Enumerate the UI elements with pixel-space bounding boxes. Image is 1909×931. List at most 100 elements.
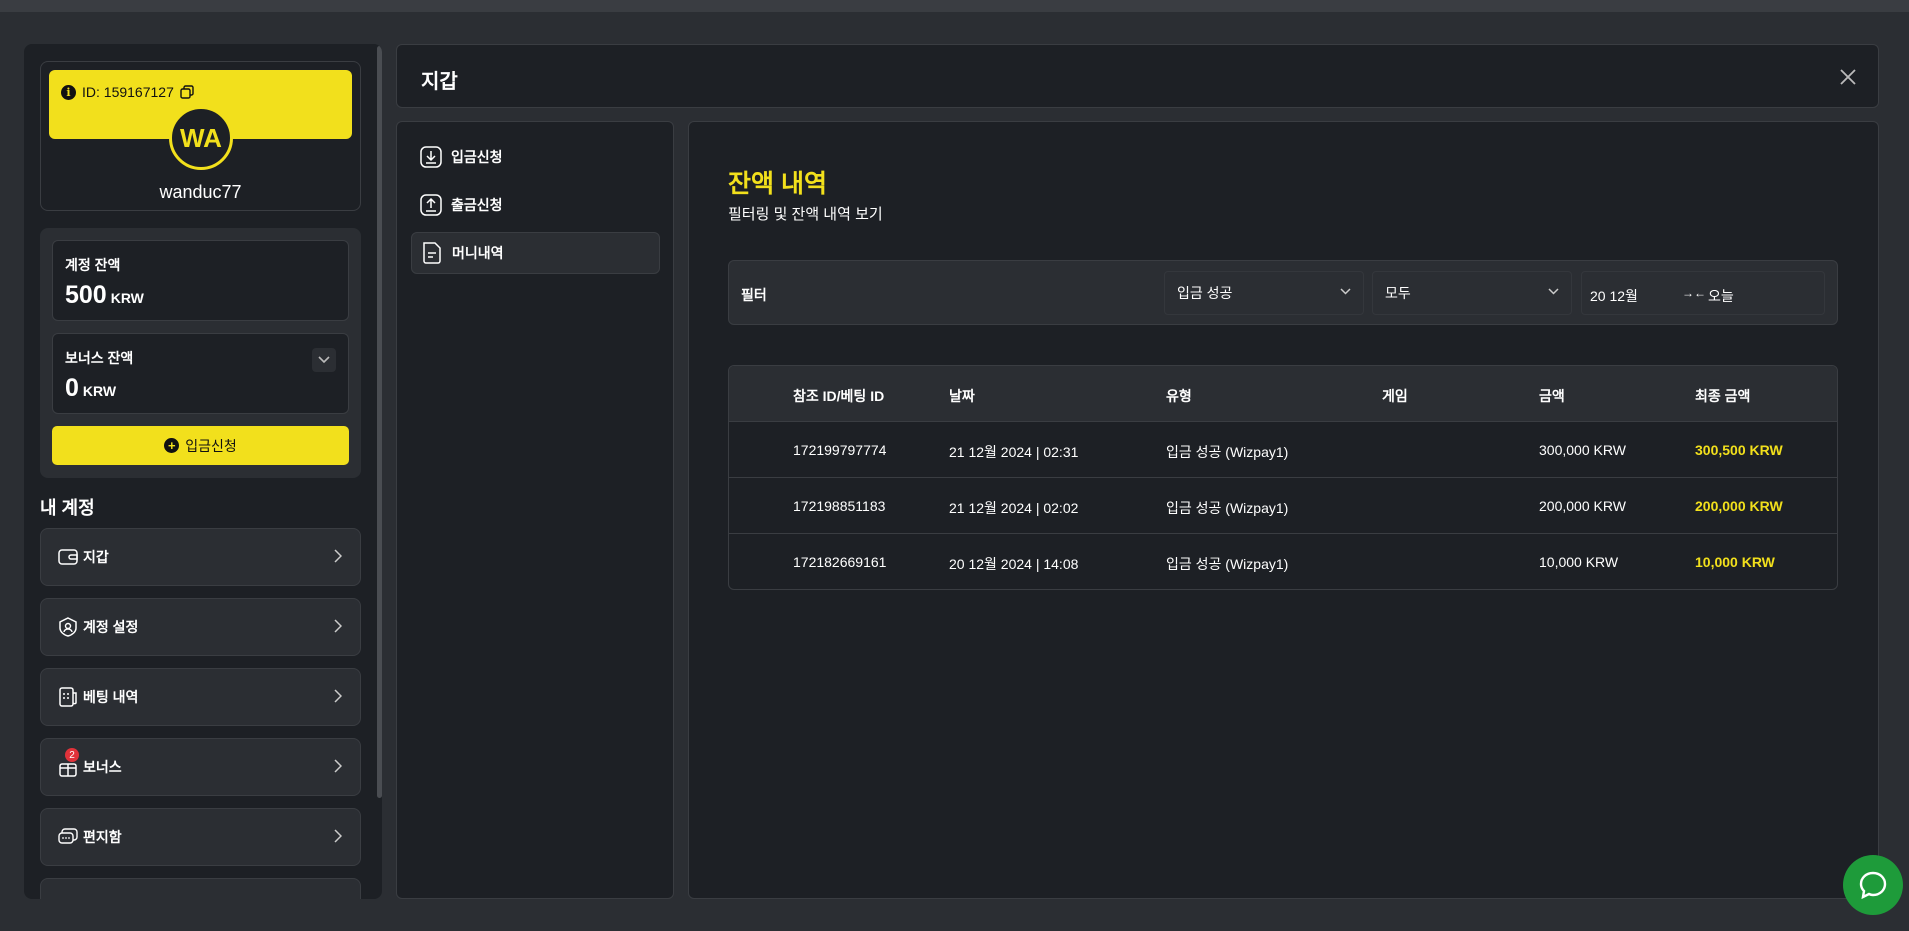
bonus-balance-label: 보너스 잔액 (65, 350, 134, 366)
type-select[interactable]: 모두 (1372, 271, 1572, 315)
account-balance-currency: KRW (110, 290, 144, 306)
sidebar-item-label: 보너스 (83, 759, 122, 775)
profile-card: i ID: 159167127 WA wanduc77 (40, 61, 361, 211)
amount-cell: 300,000 KRW (1539, 442, 1626, 458)
bonus-balance-box: 보너스 잔액 0 KRW (52, 333, 349, 414)
sidebar-item-wallet[interactable]: 지갑 (40, 528, 361, 586)
username: wanduc77 (159, 182, 242, 202)
chat-icon (57, 826, 79, 848)
date-from: 20 12월 (1590, 288, 1638, 304)
type-cell: 입금 성공 (Wizpay1) (1166, 444, 1289, 460)
page-title: 잔액 내역 (728, 170, 827, 198)
account-balance-box: 계정 잔액 500 KRW (52, 240, 349, 321)
table-row[interactable]: 172198851183 21 12월 2024 | 02:02 입금 성공 (… (729, 477, 1837, 533)
ref-id-cell: 172182669161 (793, 554, 887, 570)
column-header: 최종 금액 (1695, 388, 1751, 404)
chevron-down-icon (318, 356, 330, 364)
sidebar-item-label: 베팅 내역 (83, 689, 139, 705)
chevron-right-icon (334, 829, 342, 843)
copy-icon[interactable] (180, 85, 194, 99)
bonus-expand-button[interactable] (312, 348, 336, 372)
chevron-right-icon (334, 619, 342, 633)
date-cell: 21 12월 2024 | 02:31 (949, 444, 1079, 460)
chevron-right-icon (334, 689, 342, 703)
chevron-right-icon (334, 549, 342, 563)
date-to: 오늘 (1708, 288, 1734, 304)
close-icon[interactable] (1838, 67, 1858, 87)
ref-id-cell: 172198851183 (793, 498, 886, 514)
filter-bar: 필터 입금 성공 모두 20 12월 →← 오늘 (728, 260, 1838, 325)
final-amount-cell: 10,000 KRW (1695, 554, 1775, 570)
amount-cell: 200,000 KRW (1539, 498, 1626, 514)
sidebar-item-more[interactable] (40, 878, 361, 899)
wallet-menu-money-history[interactable]: 머니내역 (411, 232, 660, 274)
receipt-icon (57, 686, 79, 708)
download-icon (419, 145, 443, 169)
table-row[interactable]: 172199797774 21 12월 2024 | 02:31 입금 성공 (… (729, 421, 1837, 477)
wallet-modal-header: 지갑 (396, 44, 1879, 108)
filter-label: 필터 (741, 287, 767, 303)
wallet-menu-label: 머니내역 (452, 245, 504, 261)
document-icon (420, 241, 444, 265)
wallet-icon (57, 546, 79, 568)
sidebar-scrollbar[interactable] (377, 46, 382, 798)
arrow-range-icon: →← (1682, 286, 1706, 300)
amount-cell: 10,000 KRW (1539, 554, 1619, 570)
deposit-button-label: 입금신청 (185, 437, 237, 454)
sidebar-item-label: 편지함 (83, 829, 122, 845)
user-id-row: i ID: 159167127 (61, 84, 194, 100)
wallet-menu-deposit[interactable]: 입금신청 (411, 136, 660, 178)
user-id-label: ID: 159167127 (82, 84, 174, 100)
sidebar-item-betting-history[interactable]: 베팅 내역 (40, 668, 361, 726)
page-subtitle: 필터링 및 잔액 내역 보기 (728, 206, 883, 223)
wallet-menu-label: 입금신청 (451, 149, 503, 165)
upload-icon (419, 193, 443, 217)
account-balance-label: 계정 잔액 (65, 257, 121, 273)
sidebar-item-label: 지갑 (83, 549, 109, 565)
type-cell: 입금 성공 (Wizpay1) (1166, 500, 1289, 516)
bonus-balance-value: 0 (65, 374, 79, 402)
bonus-balance-currency: KRW (82, 383, 117, 399)
top-bar (0, 0, 1909, 12)
chevron-right-icon (334, 759, 342, 773)
account-balance-amount: 500 KRW (65, 281, 144, 310)
date-cell: 21 12월 2024 | 02:02 (949, 500, 1079, 516)
bonus-balance-amount: 0 KRW (65, 374, 116, 403)
ref-id-cell: 172199797774 (793, 442, 887, 458)
final-amount-cell: 300,500 KRW (1695, 442, 1783, 458)
account-sidebar: i ID: 159167127 WA wanduc77 계정 잔액 500 KRW… (24, 44, 382, 899)
wallet-menu-label: 출금신청 (451, 197, 503, 213)
user-shield-icon (57, 616, 79, 638)
sidebar-item-inbox[interactable]: 편지함 (40, 808, 361, 866)
date-range-picker[interactable]: 20 12월 →← 오늘 (1581, 271, 1825, 315)
live-chat-button[interactable] (1843, 855, 1903, 915)
modal-title: 지갑 (421, 71, 458, 93)
balance-panel: 계정 잔액 500 KRW 보너스 잔액 0 KRW + 입금신청 (40, 228, 361, 478)
final-amount-cell: 200,000 KRW (1695, 498, 1783, 514)
date-cell: 20 12월 2024 | 14:08 (949, 556, 1079, 572)
wallet-menu-withdraw[interactable]: 출금신청 (411, 184, 660, 226)
my-account-title: 내 계정 (40, 498, 95, 518)
sidebar-item-bonus[interactable]: 2 보너스 (40, 738, 361, 796)
status-select-value: 입금 성공 (1177, 285, 1233, 301)
gift-icon: 2 (57, 748, 79, 778)
history-table: 참조 ID/베팅 ID 날짜 유형 게임 금액 최종 금액 1721997977… (728, 365, 1838, 590)
wallet-menu: 입금신청 출금신청 머니내역 (396, 121, 674, 899)
account-balance-value: 500 (65, 281, 107, 309)
type-select-value: 모두 (1385, 285, 1411, 301)
chevron-down-icon (1548, 288, 1559, 295)
table-header: 참조 ID/베팅 ID 날짜 유형 게임 금액 최종 금액 (729, 366, 1837, 421)
sidebar-item-account-settings[interactable]: 계정 설정 (40, 598, 361, 656)
balance-history-panel: 잔액 내역 필터링 및 잔액 내역 보기 필터 입금 성공 모두 20 12월 … (688, 121, 1879, 899)
type-cell: 입금 성공 (Wizpay1) (1166, 556, 1289, 572)
plus-circle-icon: + (164, 438, 180, 453)
deposit-button[interactable]: + 입금신청 (52, 426, 349, 465)
info-icon: i (61, 84, 76, 100)
table-row[interactable]: 172182669161 20 12월 2024 | 14:08 입금 성공 (… (729, 533, 1837, 589)
column-header: 유형 (1166, 388, 1192, 404)
bonus-badge: 2 (65, 748, 79, 762)
column-header: 날짜 (949, 388, 975, 404)
chevron-down-icon (1340, 288, 1351, 295)
status-select[interactable]: 입금 성공 (1164, 271, 1364, 315)
column-header: 금액 (1539, 388, 1565, 404)
